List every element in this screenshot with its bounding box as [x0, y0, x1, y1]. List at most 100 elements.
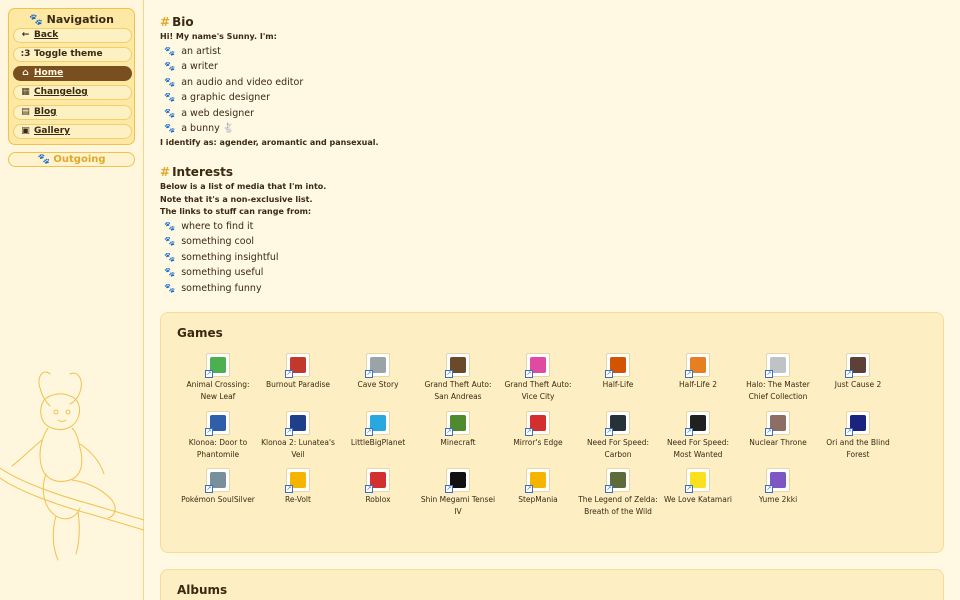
game-icon: ↗ [525, 468, 550, 493]
changelog-link[interactable]: ▦ Changelog [13, 85, 132, 100]
game-shortcut[interactable]: ↗ Grand Theft Auto: Vice City [498, 353, 578, 403]
game-name: Nuclear Throne [749, 437, 807, 447]
game-icon: ↗ [445, 353, 470, 378]
game-name: Roblox [365, 495, 391, 504]
paw-icon: 🐾 [164, 108, 176, 119]
game-icon: ↗ [765, 468, 790, 493]
game-name: Klonoa: Door to Phantomile [188, 437, 248, 459]
interests-line: Note that it's a non-exclusive list. [160, 194, 313, 204]
home-link[interactable]: ⌂ Home [13, 66, 132, 81]
list-item: 🐾 a bunny 🐇 [164, 123, 235, 135]
list-item: 🐾 a web designer [164, 107, 254, 119]
gallery-link[interactable]: ▣ Gallery [13, 124, 132, 139]
game-icon: ↗ [365, 468, 390, 493]
game-name: Mirror's Edge [513, 437, 563, 447]
game-icon: ↗ [845, 410, 870, 436]
game-shortcut[interactable]: ↗ Minecraft [418, 410, 498, 449]
shortcut-arrow-icon: ↗ [765, 427, 773, 436]
shortcut-arrow-icon: ↗ [445, 485, 453, 493]
game-shortcut[interactable]: ↗ The Legend of Zelda: Breath of the Wild [578, 468, 658, 518]
shortcut-arrow-icon: ↗ [285, 485, 293, 493]
game-shortcut[interactable]: ↗ Re-Volt [258, 468, 338, 506]
game-shortcut[interactable]: ↗ Mirror's Edge [498, 410, 578, 449]
arrow-left-icon: ← [21, 30, 30, 40]
toggle-theme-button[interactable]: :3 Toggle theme [13, 47, 132, 62]
game-name: Re-Volt [285, 495, 311, 504]
back-link[interactable]: ← Back [13, 28, 132, 43]
game-shortcut[interactable]: ↗ Shin Megami Tensei IV [418, 468, 498, 518]
list-item: 🐾 an artist [164, 45, 221, 57]
game-name: Half-Life [602, 380, 634, 389]
shortcut-arrow-icon: ↗ [365, 485, 373, 493]
game-shortcut[interactable]: ↗ Cave Story [338, 353, 418, 391]
shortcut-arrow-icon: ↗ [365, 427, 373, 436]
interests-line: Below is a list of media that I'm into. [160, 182, 327, 191]
game-shortcut[interactable]: ↗ Klonoa 2: Lunatea's Veil [258, 410, 338, 461]
game-name: Just Cause 2 [834, 380, 882, 389]
shortcut-arrow-icon: ↗ [605, 427, 613, 436]
game-icon: ↗ [365, 353, 390, 378]
paw-icon: 🐾 [164, 62, 176, 73]
bio-section: # Bio Hi! My name's Sunny. I'm: 🐾 an artis… [160, 14, 379, 150]
game-name: Minecraft [440, 437, 476, 447]
list-item: 🐾 where to find it [164, 220, 254, 232]
hash-icon: # [160, 165, 171, 179]
list-item: 🐾 something useful [164, 267, 264, 279]
game-icon: ↗ [365, 410, 390, 436]
shortcut-arrow-icon: ↗ [685, 427, 693, 436]
paw-icon: 🐾 [164, 124, 176, 135]
game-shortcut[interactable]: ↗ Halo: The Master Chief Collection [738, 353, 818, 403]
game-icon: ↗ [205, 468, 230, 493]
game-icon: ↗ [285, 353, 310, 378]
game-shortcut[interactable]: ↗ Yume 2kki [738, 468, 818, 506]
paw-icon: 🐾 [164, 221, 176, 232]
game-shortcut[interactable]: ↗ We Love Katamari [658, 468, 738, 506]
list-item: 🐾 a writer [164, 61, 218, 73]
game-shortcut[interactable]: ↗ LittleBigPlanet [338, 410, 418, 449]
game-icon: ↗ [765, 410, 790, 436]
game-shortcut[interactable]: ↗ Burnout Paradise [258, 353, 338, 391]
shortcut-arrow-icon: ↗ [845, 427, 853, 436]
shortcut-arrow-icon: ↗ [765, 370, 773, 378]
game-shortcut[interactable]: ↗ Grand Theft Auto: San Andreas [418, 353, 498, 403]
game-shortcut[interactable]: ↗ Nuclear Throne [738, 410, 818, 449]
list-item: 🐾 an audio and video editor [164, 76, 304, 88]
albums-heading: Albums [177, 583, 228, 597]
outgoing-button[interactable]: 🐾 Outgoing [8, 152, 135, 167]
game-shortcut[interactable]: ↗ StepMania [498, 468, 578, 506]
shortcut-arrow-icon: ↗ [685, 485, 693, 493]
game-shortcut[interactable]: ↗ Need For Speed: Most Wanted [658, 410, 738, 461]
game-name: Grand Theft Auto: Vice City [504, 380, 572, 401]
game-shortcut[interactable]: ↗ Half-Life [578, 353, 658, 391]
interests-heading: # Interests [160, 165, 234, 179]
bio-heading: # Bio [160, 15, 194, 29]
game-shortcut[interactable]: ↗ Just Cause 2 [818, 353, 898, 391]
paw-icon: 🐾 [164, 268, 176, 279]
bio-intro: Hi! My name's Sunny. I'm: [160, 32, 277, 41]
interests-section: # Interests Below is a list of media that… [160, 164, 326, 296]
game-icon: ↗ [685, 353, 710, 378]
shortcut-arrow-icon: ↗ [605, 485, 613, 493]
navigation-panel: 🐾 Navigation ← Back :3 Toggle theme ⌂ Home … [8, 8, 135, 145]
game-icon: ↗ [525, 410, 550, 436]
game-icon: ↗ [445, 468, 470, 493]
home-icon: ⌂ [22, 68, 29, 78]
paw-icon: 🐾 [164, 93, 176, 104]
games-card: Games ↗ Animal Crossing: New Leaf ↗ Burnout… [160, 312, 944, 553]
shortcut-arrow-icon: ↗ [845, 370, 853, 378]
blog-icon: ▤ [21, 107, 30, 117]
game-shortcut[interactable]: ↗ Animal Crossing: New Leaf [178, 353, 258, 403]
game-name: Grand Theft Auto: San Andreas [424, 380, 492, 401]
game-shortcut[interactable]: ↗ Need For Speed: Carbon [578, 410, 658, 461]
game-shortcut[interactable]: ↗ Roblox [338, 468, 418, 506]
game-shortcut[interactable]: ↗ Ori and the Blind Forest [818, 410, 898, 461]
paw-icon: 🐾 [29, 13, 43, 26]
game-name: The Legend of Zelda: Breath of the Wild [578, 495, 658, 516]
blog-link[interactable]: ▤ Blog [13, 105, 132, 120]
game-name: Need For Speed: Carbon [586, 437, 650, 459]
changelog-icon: ▦ [21, 87, 30, 97]
game-shortcut[interactable]: ↗ Pokémon SoulSilver [178, 468, 258, 506]
game-shortcut[interactable]: ↗ Half-Life 2 [658, 353, 738, 391]
shortcut-arrow-icon: ↗ [765, 485, 773, 493]
game-shortcut[interactable]: ↗ Klonoa: Door to Phantomile [178, 410, 258, 461]
